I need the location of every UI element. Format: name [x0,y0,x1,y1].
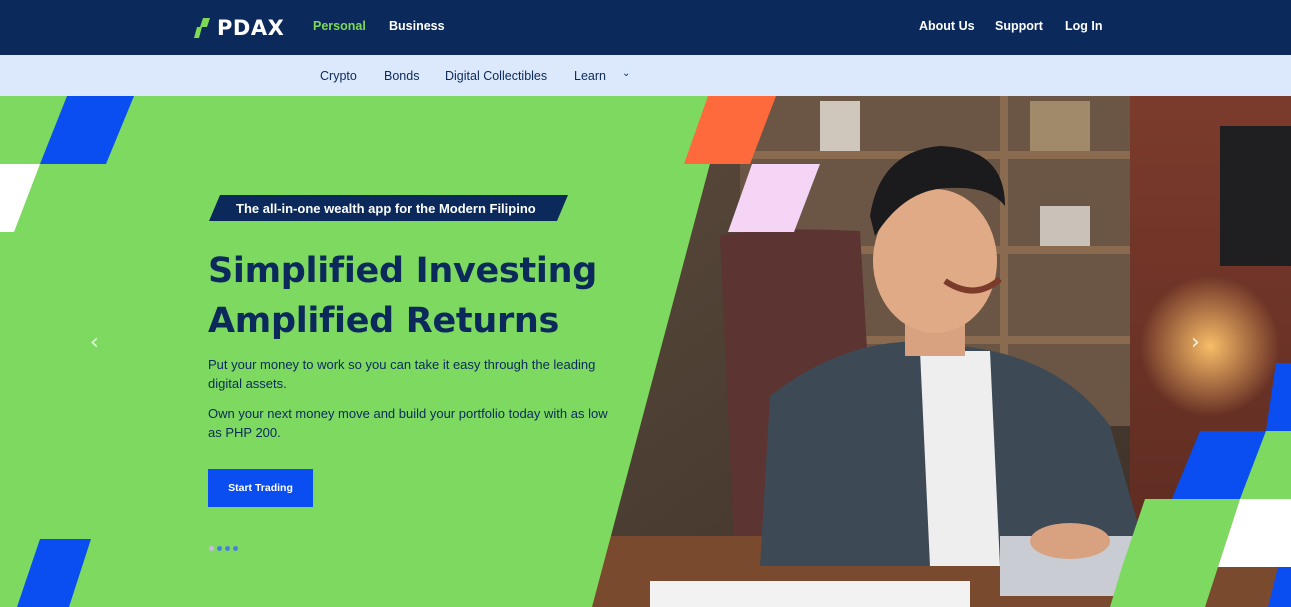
nav-support[interactable]: Support [995,19,1043,33]
subnav-bonds[interactable]: Bonds [384,69,419,83]
subnav-learn[interactable]: Learn [574,69,606,83]
carousel-indicators [209,546,238,551]
carousel-dot[interactable] [209,546,214,551]
pdax-logo-icon [193,18,213,38]
tagline-text: The all-in-one wealth app for the Modern… [236,201,536,216]
carousel-dot[interactable] [233,546,238,551]
subnav-crypto[interactable]: Crypto [320,69,357,83]
accent-shape-pink [728,164,820,232]
headline-line-2: Amplified Returns [208,301,560,341]
top-navbar: PDAX Personal Business About Us Support … [0,0,1291,55]
subnav-digital-collectibles[interactable]: Digital Collectibles [445,69,547,83]
hero-carousel: The all-in-one wealth app for the Modern… [0,96,1291,607]
logo-text: PDAX [217,16,285,40]
chevron-down-icon[interactable]: ⌄ [622,68,630,79]
nav-personal[interactable]: Personal [313,19,366,33]
carousel-dot[interactable] [225,546,230,551]
carousel-prev-icon[interactable]: ‹ [90,330,99,355]
carousel-next-icon[interactable]: › [1191,330,1200,355]
sub-navbar: Crypto Bonds Digital Collectibles Learn … [0,55,1291,96]
hero-headline: Simplified Investing Amplified Returns [208,246,597,346]
nav-log-in[interactable]: Log In [1065,19,1103,33]
hero-paragraph-1: Put your money to work so you can take i… [208,357,596,391]
headline-line-1: Simplified Investing [208,251,597,291]
start-trading-button[interactable]: Start Trading [208,469,313,507]
hero-green-panel [0,96,1291,607]
hero-tagline: The all-in-one wealth app for the Modern… [209,195,568,221]
pdax-logo[interactable]: PDAX [193,15,284,41]
carousel-dot[interactable] [217,546,222,551]
nav-business[interactable]: Business [389,19,445,33]
nav-about-us[interactable]: About Us [919,19,975,33]
hero-paragraph-2: Own your next money move and build your … [208,406,608,440]
